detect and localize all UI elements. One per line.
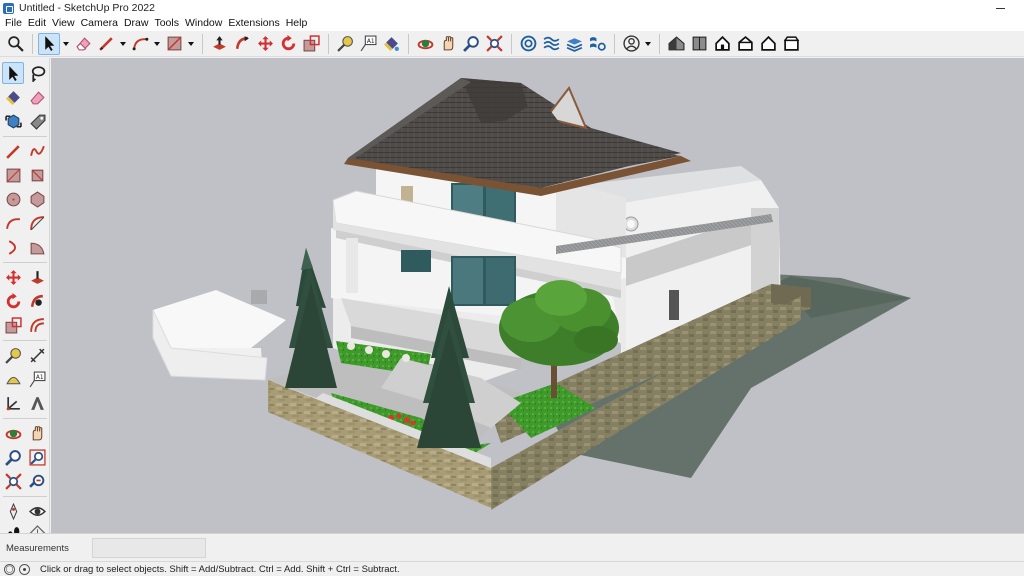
status-hint: Click or drag to select objects. Shift =…: [40, 563, 400, 575]
select-icon[interactable]: [38, 32, 60, 55]
extension-warehouse-icon[interactable]: [540, 33, 562, 55]
orbit-icon[interactable]: [2, 422, 24, 444]
account-icon[interactable]: [620, 33, 642, 55]
status-bar: ◯ Click or drag to select objects. Shift…: [0, 561, 1024, 576]
push-pull-icon[interactable]: [26, 266, 48, 288]
menu-tools[interactable]: Tools: [151, 16, 182, 31]
text-icon[interactable]: A1: [26, 368, 48, 390]
three-point-arc-icon[interactable]: [2, 236, 24, 258]
measurements-panel: Measurements: [0, 533, 1024, 561]
pencil-icon[interactable]: [95, 33, 117, 55]
search-icon[interactable]: [4, 33, 26, 55]
menu-window[interactable]: Window: [182, 16, 225, 31]
zoom-extents-icon[interactable]: [2, 470, 24, 492]
front-view-icon[interactable]: [711, 33, 733, 55]
pan-icon[interactable]: [26, 422, 48, 444]
tree-left: [285, 248, 337, 388]
eraser-icon[interactable]: [72, 33, 94, 55]
measurements-input[interactable]: [92, 538, 206, 558]
two-point-arc-icon[interactable]: [26, 212, 48, 234]
arc-icon[interactable]: [129, 33, 151, 55]
position-camera-icon[interactable]: [2, 500, 24, 522]
geo-location-icon[interactable]: ◯: [4, 563, 15, 575]
rotate-icon[interactable]: [277, 33, 299, 55]
zoom-icon[interactable]: [2, 446, 24, 468]
sketchup-logo-icon: [3, 2, 14, 14]
sketchup-window: Untitled - SketchUp Pro 2022 File Edit V…: [0, 0, 1024, 576]
menu-extensions[interactable]: Extensions: [225, 16, 282, 31]
pan-icon[interactable]: [437, 33, 459, 55]
make-component-icon[interactable]: [2, 110, 24, 132]
extension-manager-icon[interactable]: [586, 33, 608, 55]
select-dropdown[interactable]: [61, 33, 70, 55]
window-title: Untitled - SketchUp Pro 2022: [19, 2, 155, 14]
rotate-icon[interactable]: [2, 290, 24, 312]
svg-text:A1: A1: [366, 39, 374, 45]
push-pull-icon[interactable]: [208, 33, 230, 55]
look-around-icon[interactable]: [26, 500, 48, 522]
eraser-icon[interactable]: [26, 86, 48, 108]
scale-icon[interactable]: [2, 314, 24, 336]
follow-me-icon[interactable]: [231, 33, 253, 55]
circle-icon[interactable]: [2, 188, 24, 210]
rotated-rectangle-icon[interactable]: [26, 164, 48, 186]
orbit-icon[interactable]: [414, 33, 436, 55]
pie-icon[interactable]: [26, 236, 48, 258]
rectangle-dropdown[interactable]: [186, 33, 195, 55]
measurements-label: Measurements: [6, 543, 69, 554]
right-view-icon[interactable]: [734, 33, 756, 55]
left-view-icon[interactable]: [780, 33, 802, 55]
tag-icon[interactable]: [26, 110, 48, 132]
menu-bar: File Edit View Camera Draw Tools Window …: [0, 16, 1024, 31]
select-icon[interactable]: [2, 62, 24, 84]
title-bar: Untitled - SketchUp Pro 2022: [0, 0, 1024, 16]
iso-view-icon[interactable]: [665, 33, 687, 55]
menu-edit[interactable]: Edit: [25, 16, 49, 31]
menu-file[interactable]: File: [2, 16, 25, 31]
house-model-render: [152, 78, 911, 510]
zoom-window-icon[interactable]: [26, 446, 48, 468]
minimize-button[interactable]: [990, 0, 1010, 16]
zoom-icon[interactable]: [460, 33, 482, 55]
text-icon[interactable]: A1: [357, 33, 379, 55]
move-icon[interactable]: [254, 33, 276, 55]
follow-me-icon[interactable]: [26, 290, 48, 312]
svg-text:A1: A1: [35, 374, 43, 380]
main-toolbar: A1: [0, 31, 1024, 57]
paint-bucket-icon[interactable]: [2, 86, 24, 108]
left-toolbar: A1: [0, 58, 50, 542]
tape-measure-icon[interactable]: [2, 344, 24, 366]
arc-dropdown[interactable]: [152, 33, 161, 55]
credits-icon[interactable]: [19, 563, 30, 575]
protractor-icon[interactable]: [2, 368, 24, 390]
top-view-icon[interactable]: [688, 33, 710, 55]
layout-icon[interactable]: [563, 33, 585, 55]
tape-measure-icon[interactable]: [334, 33, 356, 55]
warehouse-icon[interactable]: [517, 33, 539, 55]
scale-icon[interactable]: [300, 33, 322, 55]
axes-icon[interactable]: [2, 392, 24, 414]
menu-help[interactable]: Help: [283, 16, 311, 31]
3d-text-icon[interactable]: [26, 392, 48, 414]
line-icon[interactable]: [2, 140, 24, 162]
move-icon[interactable]: [2, 266, 24, 288]
offset-icon[interactable]: [26, 314, 48, 336]
model-viewport[interactable]: [51, 58, 1024, 533]
previous-view-icon[interactable]: [26, 470, 48, 492]
polygon-icon[interactable]: [26, 188, 48, 210]
account-dropdown[interactable]: [643, 33, 652, 55]
arc-icon[interactable]: [2, 212, 24, 234]
freehand-icon[interactable]: [26, 140, 48, 162]
rectangle-icon[interactable]: [2, 164, 24, 186]
paint-bucket-icon[interactable]: [380, 33, 402, 55]
zoom-extents-icon[interactable]: [483, 33, 505, 55]
lasso-select-icon[interactable]: [26, 62, 48, 84]
pencil-dropdown[interactable]: [118, 33, 127, 55]
dimension-icon[interactable]: [26, 344, 48, 366]
rectangle-icon[interactable]: [163, 33, 185, 55]
menu-draw[interactable]: Draw: [121, 16, 152, 31]
back-view-icon[interactable]: [757, 33, 779, 55]
menu-view[interactable]: View: [49, 16, 78, 31]
menu-camera[interactable]: Camera: [78, 16, 121, 31]
